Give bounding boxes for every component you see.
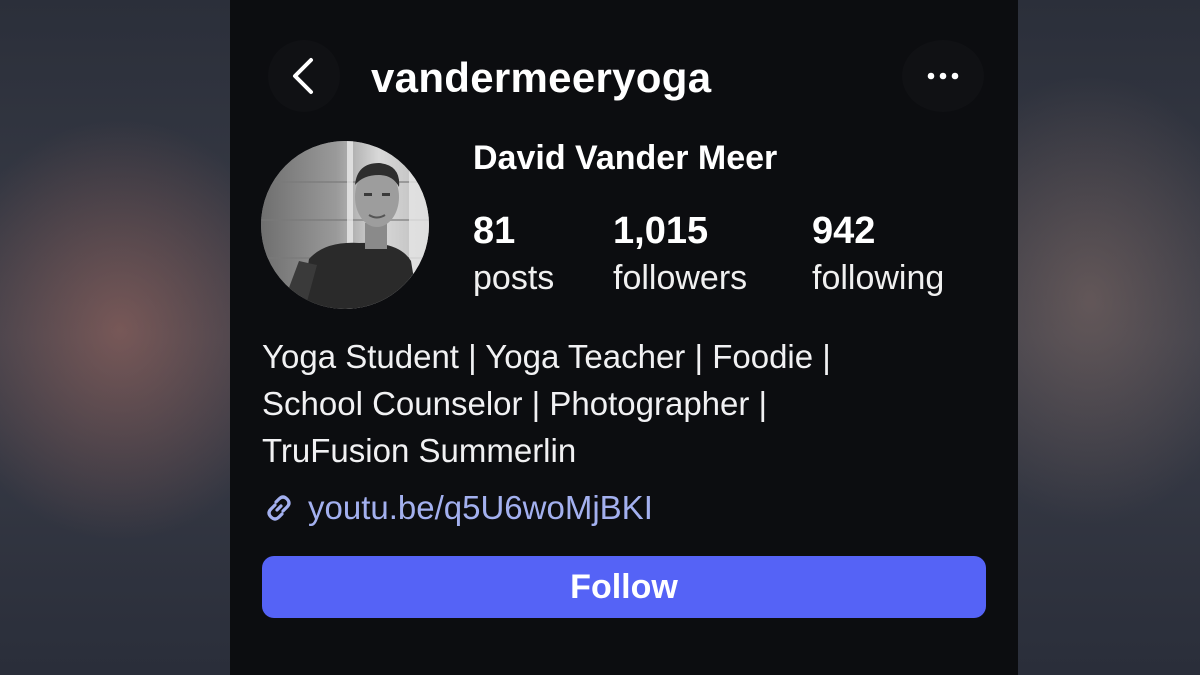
stat-posts-count: 81 [473,210,516,252]
stat-followers-label: followers [613,259,748,297]
profile-link[interactable]: youtu.be/q5U6woMjBKI [262,485,653,531]
bio-line: TruFusion Summerlin [262,432,577,469]
stat-following[interactable]: 942 following [812,208,944,302]
link-icon [267,495,291,521]
profile-link-text[interactable]: youtu.be/q5U6woMjBKI [308,489,653,527]
stat-following-count: 942 [812,210,876,252]
bio-line: Yoga Student | Yoga Teacher | Foodie | [262,338,831,375]
stat-followers[interactable]: 1,015 followers [613,208,747,302]
more-horizontal-icon [927,72,959,80]
profile-screen: vandermeeryoga David Vander Meer 81 post… [230,0,1018,675]
stat-followers-count: 1,015 [613,210,709,252]
profile-username: vandermeeryoga [371,54,712,101]
avatar[interactable] [261,141,429,309]
chevron-left-icon [293,58,313,94]
stat-posts[interactable]: 81 posts [473,208,554,302]
profile-bio: Yoga Student | Yoga Teacher | Foodie | S… [262,333,982,474]
profile-photo [261,141,429,309]
display-name: David Vander Meer [473,139,778,177]
stat-following-label: following [812,259,945,297]
profile-header: vandermeeryoga [230,36,1018,118]
back-button[interactable] [268,40,340,112]
more-options-button[interactable] [902,40,984,112]
bio-line: School Counselor | Photographer | [262,385,768,422]
follow-button[interactable]: Follow [262,556,986,618]
stat-posts-label: posts [473,259,555,297]
